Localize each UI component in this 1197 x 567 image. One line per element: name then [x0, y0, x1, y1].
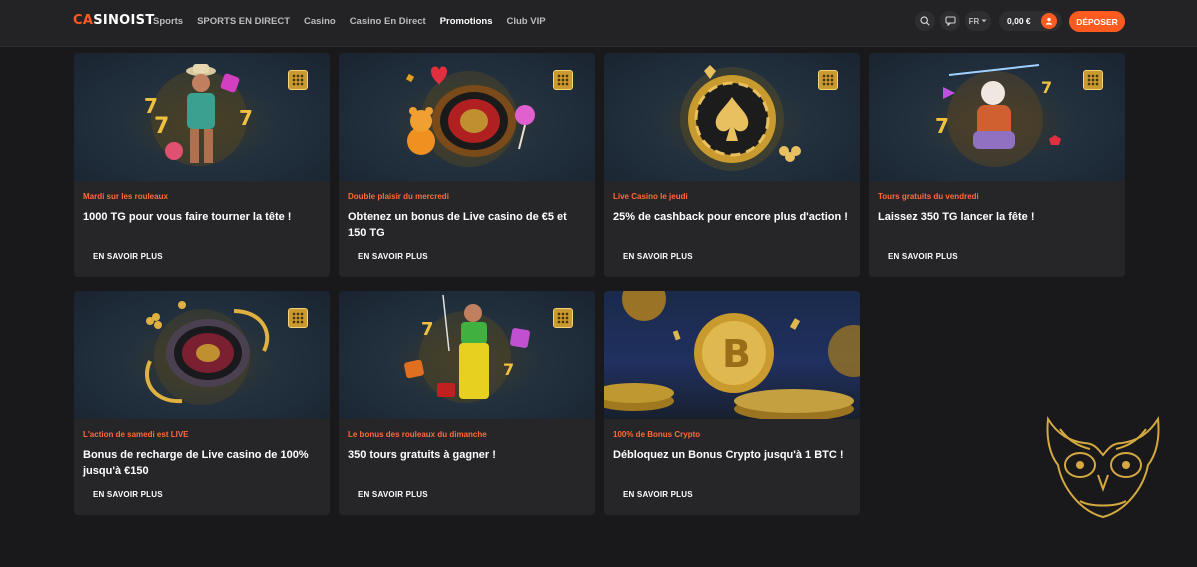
nav-vip-club[interactable]: Club VIP [507, 16, 546, 27]
slot-badge-icon [553, 308, 573, 328]
learn-more-link[interactable]: EN SAVOIR PLUS [888, 252, 958, 261]
logo-prefix: CA [73, 13, 94, 28]
svg-text:7: 7 [1041, 78, 1052, 97]
promo-image-spade-chip [604, 53, 860, 181]
promo-image-zeus: 7 7 [869, 53, 1125, 181]
promo-title: Laissez 350 TG lancer la fête ! [878, 211, 1035, 223]
search-icon [920, 16, 930, 26]
promo-category: Mardi sur les rouleaux [83, 192, 168, 201]
promo-image-fisherman: 7 7 [339, 291, 595, 419]
slot-badge-icon [818, 70, 838, 90]
promo-image-roulette-wheel [74, 291, 330, 419]
slot-badge-icon [288, 70, 308, 90]
nav-live-casino[interactable]: Casino En Direct [350, 16, 426, 27]
learn-more-link[interactable]: EN SAVOIR PLUS [623, 252, 693, 261]
promo-image-roulette-bear [339, 53, 595, 181]
slot-badge-icon [288, 308, 308, 328]
promo-card[interactable]: B 100% de Bonus Crypto Débloquez un Bonu… [604, 291, 860, 515]
learn-more-link[interactable]: EN SAVOIR PLUS [358, 490, 428, 499]
promo-title: 350 tours gratuits à gagner ! [348, 449, 496, 461]
chat-icon [944, 16, 956, 26]
chat-button[interactable] [940, 11, 960, 31]
promo-title: Bonus de recharge de Live casino de 100%… [83, 449, 309, 477]
site-logo[interactable]: CASINOIST [73, 13, 155, 28]
deposit-button[interactable]: DÉPOSER [1069, 11, 1125, 32]
svg-text:7: 7 [239, 106, 253, 130]
promo-title: 1000 TG pour vous faire tourner la tête … [83, 211, 292, 223]
promo-category: Tours gratuits du vendredi [878, 192, 979, 201]
promo-title: Obtenez un bonus de Live casino de €5 et… [348, 211, 567, 239]
nav-sports-live[interactable]: SPORTS EN DIRECT [197, 16, 290, 27]
promo-category: Le bonus des rouleaux du dimanche [348, 430, 487, 439]
nav-sports[interactable]: Sports [153, 16, 183, 27]
promo-category: Double plaisir du mercredi [348, 192, 449, 201]
promo-category: 100% de Bonus Crypto [613, 430, 701, 439]
promo-image-cowboy: 7 7 7 [74, 53, 330, 181]
promo-image-bitcoin: B [604, 291, 860, 419]
promo-title: 25% de cashback pour encore plus d'actio… [613, 211, 848, 223]
promo-card[interactable]: Double plaisir du mercredi Obtenez un bo… [339, 53, 595, 277]
top-header: CASINOIST Sports SPORTS EN DIRECT Casino… [0, 0, 1197, 47]
user-icon[interactable] [1041, 13, 1057, 29]
promo-category: L'action de samedi est LIVE [83, 430, 189, 439]
svg-text:7: 7 [154, 114, 169, 139]
language-label: FR [968, 16, 980, 26]
nav-promotions[interactable]: Promotions [440, 16, 493, 27]
promo-title: Débloquez un Bonus Crypto jusqu'à 1 BTC … [613, 449, 844, 461]
promo-card[interactable]: 7 7 Tours gratuits du vendredi Laissez 3… [869, 53, 1125, 277]
promo-card[interactable]: 7 7 Le bonus des rouleaux du dimanche 35… [339, 291, 595, 515]
learn-more-link[interactable]: EN SAVOIR PLUS [623, 490, 693, 499]
learn-more-link[interactable]: EN SAVOIR PLUS [93, 252, 163, 261]
nav-casino[interactable]: Casino [304, 16, 336, 27]
learn-more-link[interactable]: EN SAVOIR PLUS [93, 490, 163, 499]
promo-card[interactable]: Live Casino le jeudi 25% de cashback pou… [604, 53, 860, 277]
slot-badge-icon [553, 70, 573, 90]
learn-more-link[interactable]: EN SAVOIR PLUS [358, 252, 428, 261]
svg-text:B: B [722, 332, 751, 376]
main-nav: Sports SPORTS EN DIRECT Casino Casino En… [153, 16, 560, 27]
logo-rest: SINOIST [93, 13, 155, 28]
slot-badge-icon [1083, 70, 1103, 90]
svg-text:7: 7 [421, 319, 434, 340]
svg-text:7: 7 [503, 360, 514, 379]
owl-logo-icon [1046, 415, 1160, 519]
balance-value: 0,00 € [1007, 16, 1031, 26]
search-button[interactable] [915, 11, 935, 31]
promo-card[interactable]: L'action de samedi est LIVE Bonus de rec… [74, 291, 330, 515]
balance-display[interactable]: 0,00 € [999, 11, 1062, 31]
language-selector[interactable]: FR [965, 11, 991, 31]
svg-text:7: 7 [935, 114, 949, 138]
promo-card[interactable]: 7 7 7 Mardi sur les rouleaux 1000 TG pou… [74, 53, 330, 277]
chevron-down-icon [981, 19, 987, 23]
promo-category: Live Casino le jeudi [613, 192, 688, 201]
